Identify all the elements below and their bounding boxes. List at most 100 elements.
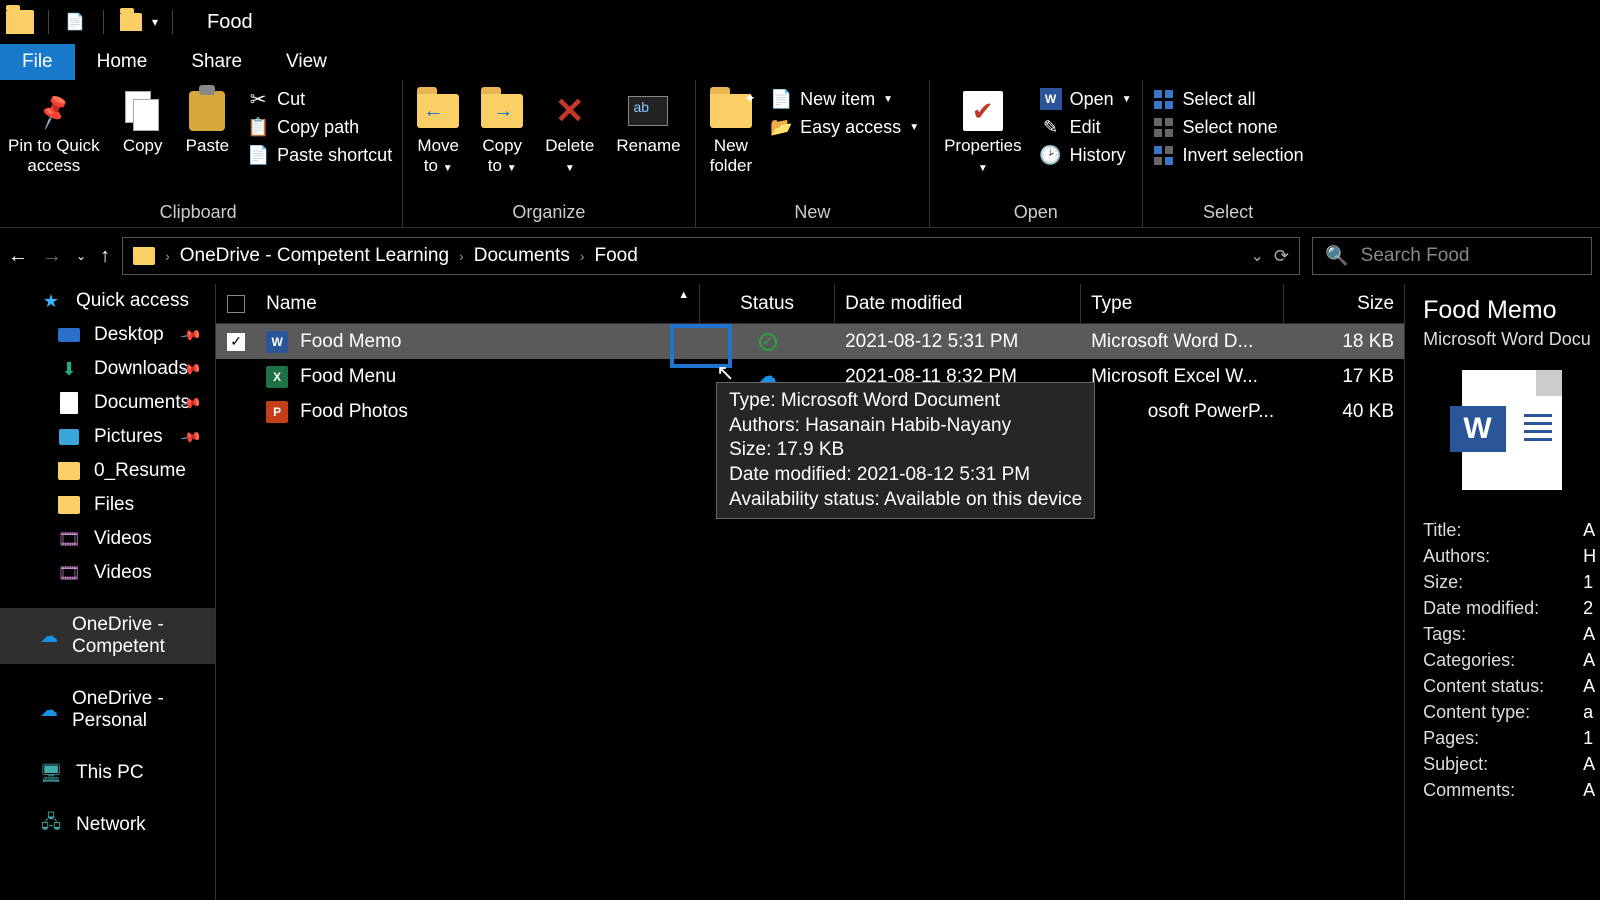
address-bar[interactable]: › OneDrive - Competent Learning › Docume…	[122, 237, 1300, 275]
sidebar-onedrive-personal[interactable]: ☁OneDrive - Personal	[0, 682, 215, 738]
column-headers: Name▲ Status Date modified Type Size	[216, 284, 1404, 324]
details-prop-subject: Subject:A	[1423, 754, 1600, 775]
move-to-icon	[417, 94, 459, 128]
copy-to-button[interactable]: Copy to ▼	[477, 84, 527, 181]
sidebar-this-pc[interactable]: 🖥This PC	[0, 756, 215, 790]
chevron-right-icon[interactable]: ›	[459, 248, 464, 264]
details-subtype: Microsoft Word Docu	[1423, 329, 1600, 350]
column-status[interactable]: Status	[700, 284, 835, 323]
word-file-icon: W	[266, 331, 288, 353]
cut-button[interactable]: ✂Cut	[247, 88, 392, 110]
history-button[interactable]: 🕑History	[1040, 144, 1132, 166]
title-bar: 📄 ▾ Food	[0, 0, 1600, 44]
copy-path-button[interactable]: 📋Copy path	[247, 116, 392, 138]
move-to-button[interactable]: Move to ▼	[413, 84, 463, 181]
ribbon-tabs: File Home Share View	[0, 44, 1600, 80]
sidebar-documents[interactable]: Documents📌	[0, 386, 215, 420]
sidebar-desktop[interactable]: Desktop📌	[0, 318, 215, 352]
easy-access-button[interactable]: 📂Easy access ▼	[770, 116, 919, 138]
open-button[interactable]: WOpen ▼	[1040, 88, 1132, 110]
folder-icon	[58, 494, 80, 516]
details-prop-categories: Categories:A	[1423, 650, 1600, 671]
sidebar-files[interactable]: Files	[0, 488, 215, 522]
tab-home[interactable]: Home	[75, 44, 170, 80]
paste-shortcut-button[interactable]: 📄Paste shortcut	[247, 144, 392, 166]
sidebar-network[interactable]: 🖧Network	[0, 808, 215, 842]
search-placeholder: Search Food	[1361, 245, 1470, 267]
edit-button[interactable]: ✎Edit	[1040, 116, 1132, 138]
videos-icon: 🎞	[58, 562, 80, 584]
pictures-icon	[58, 426, 80, 448]
invert-selection-button[interactable]: Invert selection	[1153, 144, 1304, 166]
nav-recent-dropdown[interactable]: ⌄	[76, 249, 86, 263]
search-icon: 🔍	[1325, 244, 1349, 268]
cloud-icon: ☁	[40, 625, 58, 647]
breadcrumb-documents[interactable]: Documents	[474, 245, 570, 267]
tab-file[interactable]: File	[0, 44, 75, 80]
chevron-right-icon[interactable]: ›	[580, 248, 585, 264]
details-prop-date: Date modified:2	[1423, 598, 1600, 619]
column-date[interactable]: Date modified	[835, 284, 1081, 323]
paste-shortcut-icon: 📄	[247, 144, 269, 166]
new-folder-button[interactable]: New folder	[706, 84, 757, 181]
window-title: Food	[207, 11, 253, 34]
pin-to-quick-access-button[interactable]: 📌 Pin to Quick access	[4, 84, 104, 181]
delete-button[interactable]: ✕ Delete▼	[541, 84, 598, 181]
refresh-button[interactable]: ⟳	[1274, 246, 1289, 267]
tab-view[interactable]: View	[264, 44, 349, 80]
sidebar-videos-1[interactable]: 🎞Videos	[0, 522, 215, 556]
chevron-right-icon[interactable]: ›	[165, 248, 170, 264]
ribbon-group-select: Select	[1153, 202, 1304, 225]
invert-selection-icon	[1153, 144, 1175, 166]
nav-back-button[interactable]: ←	[8, 245, 28, 268]
desktop-icon	[58, 324, 80, 346]
properties-button[interactable]: ✔ Properties▼	[940, 84, 1025, 181]
column-type[interactable]: Type	[1081, 284, 1284, 323]
details-prop-tags: Tags:A	[1423, 624, 1600, 645]
new-item-icon: 📄	[770, 88, 792, 110]
select-none-button[interactable]: Select none	[1153, 116, 1304, 138]
qat-dropdown-icon[interactable]: ▾	[152, 15, 158, 29]
tab-share[interactable]: Share	[169, 44, 264, 80]
rename-icon	[628, 96, 668, 126]
sidebar-videos-2[interactable]: 🎞Videos	[0, 556, 215, 590]
paste-button[interactable]: Paste	[182, 84, 233, 162]
sidebar-quick-access[interactable]: ★Quick access	[0, 284, 215, 318]
select-all-button[interactable]: Select all	[1153, 88, 1304, 110]
address-folder-icon	[133, 247, 155, 265]
column-name[interactable]: Name▲	[256, 284, 700, 323]
rename-button[interactable]: Rename	[612, 84, 684, 162]
select-none-icon	[1153, 116, 1175, 138]
details-prop-title: Title:A	[1423, 520, 1600, 541]
address-history-dropdown[interactable]: ⌄	[1251, 246, 1264, 266]
sidebar-downloads[interactable]: ⬇Downloads📌	[0, 352, 215, 386]
details-prop-pages: Pages:1	[1423, 728, 1600, 749]
status-available-icon: ✓	[759, 333, 777, 351]
details-prop-authors: Authors:H	[1423, 546, 1600, 567]
details-pane: Food Memo Microsoft Word Docu Title:A Au…	[1404, 284, 1600, 900]
breadcrumb-onedrive[interactable]: OneDrive - Competent Learning	[180, 245, 449, 267]
copy-icon	[125, 91, 161, 131]
row-checkbox[interactable]: ✓	[227, 333, 245, 351]
ribbon-group-organize: Organize	[413, 202, 684, 225]
edit-icon: ✎	[1040, 116, 1062, 138]
file-list: Name▲ Status Date modified Type Size ✓ W…	[216, 284, 1404, 900]
sidebar-resume[interactable]: 0_Resume	[0, 454, 215, 488]
sidebar-pictures[interactable]: Pictures📌	[0, 420, 215, 454]
column-size[interactable]: Size	[1284, 284, 1404, 323]
sidebar-onedrive-competent[interactable]: ☁OneDrive - Competent	[0, 608, 215, 664]
window-icon	[6, 10, 34, 34]
breadcrumb-food[interactable]: Food	[595, 245, 638, 267]
nav-forward-button[interactable]: →	[42, 245, 62, 268]
downloads-icon: ⬇	[58, 358, 80, 380]
videos-icon: 🎞	[58, 528, 80, 550]
copy-button[interactable]: Copy	[118, 84, 168, 162]
select-all-checkbox[interactable]	[227, 295, 245, 313]
new-item-button[interactable]: 📄New item ▼	[770, 88, 919, 110]
file-row-food-memo[interactable]: ✓ WFood Memo ✓ 2021-08-12 5:31 PM Micros…	[216, 324, 1404, 359]
nav-up-button[interactable]: ↑	[100, 245, 110, 268]
star-icon: ★	[40, 290, 62, 312]
search-input[interactable]: 🔍 Search Food	[1312, 237, 1592, 275]
qat-properties-icon[interactable]: 📄	[63, 10, 87, 34]
qat-folder-icon[interactable]	[120, 13, 142, 31]
